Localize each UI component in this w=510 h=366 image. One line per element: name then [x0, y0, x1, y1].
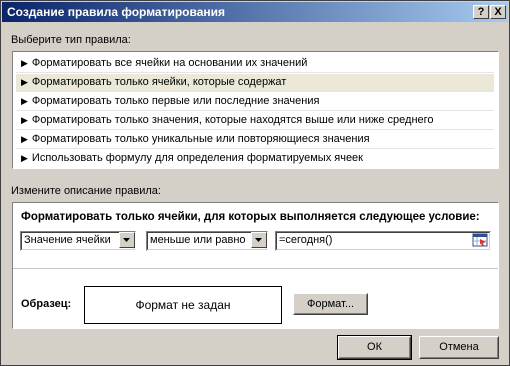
title-bar[interactable]: Создание правила форматирования ? X	[2, 2, 508, 22]
rule-type-label: Выберите тип правила:	[11, 34, 131, 46]
triangle-bullet-icon: ▶	[21, 58, 28, 68]
format-button[interactable]: Формат...	[293, 293, 368, 315]
operator-value: меньше или равно	[150, 234, 246, 246]
cancel-button[interactable]: Отмена	[419, 336, 499, 359]
rule-type-item-label: Форматировать только ячейки, которые сод…	[31, 76, 287, 88]
rule-description-panel: Форматировать только ячейки, для которых…	[12, 202, 499, 329]
close-button[interactable]: X	[490, 5, 506, 19]
rule-type-item-label: Форматировать все ячейки на основании их…	[31, 57, 308, 69]
help-button[interactable]: ?	[473, 5, 489, 19]
rule-type-item[interactable]: ▶ Форматировать только первые или последн…	[16, 93, 494, 111]
rule-type-item-label: Использовать формулу для определения фор…	[31, 152, 363, 164]
rule-description-label: Измените описание правила:	[11, 185, 161, 197]
rule-type-item[interactable]: ▶ Использовать формулу для определения фо…	[16, 150, 494, 168]
formula-input[interactable]: =сегодня()	[275, 231, 491, 251]
triangle-bullet-icon: ▶	[21, 96, 28, 106]
rule-type-item-label: Форматировать только первые или последни…	[31, 95, 320, 107]
chevron-down-icon	[123, 238, 130, 242]
rule-type-list[interactable]: ▶ Форматировать все ячейки на основании и…	[12, 51, 499, 169]
divider	[13, 268, 498, 269]
dropdown-button[interactable]	[251, 232, 267, 248]
condition-heading: Форматировать только ячейки, для которых…	[21, 211, 480, 223]
rule-type-item-selected[interactable]: ▶ Форматировать только ячейки, которые со…	[16, 74, 494, 92]
dialog-title: Создание правила форматирования	[7, 5, 226, 19]
format-preview: Формат не задан	[84, 286, 282, 324]
rule-type-item[interactable]: ▶ Форматировать только уникальные или пов…	[16, 131, 494, 149]
triangle-bullet-icon: ▶	[21, 153, 28, 163]
triangle-bullet-icon: ▶	[21, 134, 28, 144]
triangle-bullet-icon: ▶	[21, 77, 28, 87]
triangle-bullet-icon: ▶	[21, 115, 28, 125]
condition-field-value: Значение ячейки	[24, 234, 111, 246]
range-select-icon[interactable]	[472, 233, 488, 247]
format-button-label: Формат...	[306, 298, 355, 310]
rule-type-item-label: Форматировать только значения, которые н…	[31, 114, 434, 126]
ok-button-label: ОК	[367, 341, 382, 353]
dropdown-button[interactable]	[119, 232, 135, 248]
ok-button[interactable]: ОК	[337, 335, 412, 360]
rule-type-item-label: Форматировать только уникальные или повт…	[31, 133, 370, 145]
cancel-button-label: Отмена	[439, 341, 479, 353]
chevron-down-icon	[255, 238, 262, 242]
operator-select[interactable]: меньше или равно	[146, 231, 268, 251]
sample-label: Образец:	[21, 298, 72, 310]
formula-value: =сегодня()	[279, 234, 333, 246]
create-format-rule-dialog: Создание правила форматирования ? X Выбе…	[0, 0, 510, 366]
rule-type-item[interactable]: ▶ Форматировать только значения, которые …	[16, 112, 494, 130]
condition-field-select[interactable]: Значение ячейки	[20, 231, 136, 251]
rule-type-item[interactable]: ▶ Форматировать все ячейки на основании и…	[16, 55, 494, 73]
